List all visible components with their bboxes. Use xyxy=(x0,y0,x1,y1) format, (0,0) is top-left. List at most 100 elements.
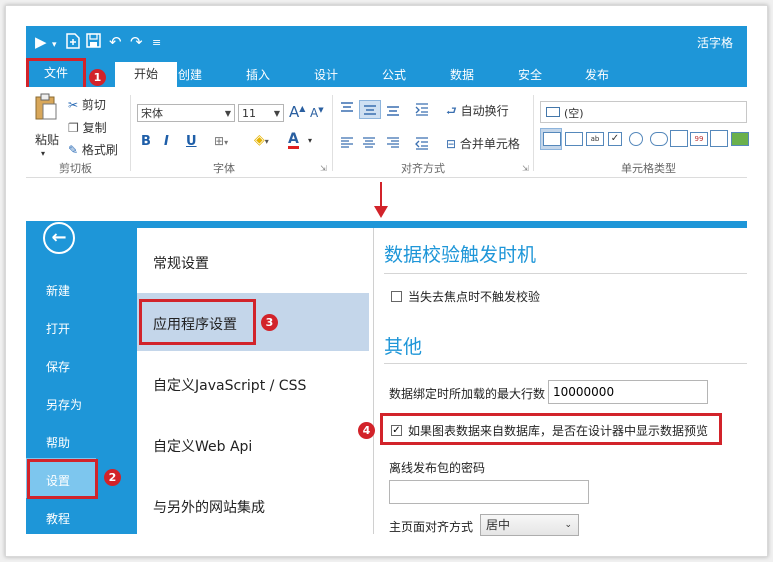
no-validate-on-blur-checkbox[interactable] xyxy=(391,291,402,302)
tab-publish[interactable]: 发布 xyxy=(585,66,609,83)
outdent-icon[interactable] xyxy=(415,136,429,150)
textbox-icon[interactable] xyxy=(565,132,583,146)
page-align-value: 居中 xyxy=(486,518,511,532)
align-middle-button[interactable] xyxy=(359,100,381,119)
grow-font-icon: A xyxy=(289,103,300,121)
textbox-type-icon xyxy=(546,107,560,117)
offline-password-label: 离线发布包的密码 xyxy=(389,461,486,475)
link-icon[interactable] xyxy=(650,132,668,146)
image-icon[interactable] xyxy=(731,132,749,146)
radio-icon[interactable] xyxy=(629,132,643,146)
paste-dropdown-icon[interactable]: ▾ xyxy=(41,149,45,158)
page-align-select[interactable]: 居中 ⌄ xyxy=(480,514,579,536)
group-label-clipboard: 剪切板 xyxy=(59,162,92,175)
chevron-down-icon[interactable]: ▾ xyxy=(308,136,312,145)
align-bottom-icon[interactable] xyxy=(386,104,400,116)
wrap-text-label: 自动换行 xyxy=(460,104,509,118)
indent-icon[interactable] xyxy=(415,102,429,116)
copy-button[interactable]: ❐ 复制 xyxy=(68,119,107,136)
section-divider xyxy=(384,273,747,274)
scissors-icon: ✂ xyxy=(68,98,79,112)
font-color-button[interactable]: A xyxy=(288,132,299,149)
tab-home[interactable]: 开始 xyxy=(115,62,177,87)
grow-font-button[interactable]: A▲ xyxy=(289,103,305,121)
merge-cells-button[interactable]: ⊟ 合并单元格 xyxy=(446,135,520,152)
nav-item-save-as[interactable]: 另存为 xyxy=(46,396,82,413)
font-color-icon: A xyxy=(288,131,299,147)
paintbrush-icon: ✎ xyxy=(68,143,79,157)
backstage-top-bar xyxy=(26,221,747,228)
grid-icon[interactable] xyxy=(710,130,728,147)
dialog-launcher-icon[interactable]: ⇲ xyxy=(320,164,327,173)
cut-button[interactable]: ✂ 剪切 xyxy=(68,96,106,113)
cell-type-gallery[interactable]: (空) xyxy=(540,101,747,123)
section-title-validation: 数据校验触发时机 xyxy=(384,244,537,266)
nav-item-tutorial[interactable]: 教程 xyxy=(46,510,70,527)
offline-password-input[interactable] xyxy=(389,480,589,504)
tab-create[interactable]: 创建 xyxy=(178,66,202,83)
number-icon[interactable]: 99 xyxy=(690,132,708,146)
merge-cells-icon: ⊟ xyxy=(446,137,457,151)
undo-icon[interactable]: ↶ xyxy=(109,33,122,51)
nav-item-help[interactable]: 帮助 xyxy=(46,434,70,451)
customize-icon[interactable]: ≡ xyxy=(152,34,161,52)
max-rows-input[interactable]: 10000000 xyxy=(548,380,708,404)
highlight-preview-option xyxy=(380,413,722,445)
align-right-icon[interactable] xyxy=(386,137,400,149)
divider xyxy=(533,95,534,171)
bold-button[interactable]: B xyxy=(141,134,151,149)
settings-item-custom-js-css[interactable]: 自定义JavaScript / CSS xyxy=(153,375,306,395)
redo-icon[interactable]: ↷ xyxy=(130,33,143,51)
border-button[interactable]: ⊞▾ xyxy=(214,134,228,148)
underline-button[interactable]: U xyxy=(186,134,197,149)
shrink-font-button[interactable]: A▼ xyxy=(310,106,324,120)
page-align-label: 主页面对齐方式 xyxy=(389,520,474,534)
format-painter-button[interactable]: ✎ 格式刷 xyxy=(68,141,118,158)
back-arrow-icon[interactable]: ← xyxy=(43,222,75,254)
align-middle-icon xyxy=(364,105,376,115)
save-icon[interactable] xyxy=(86,33,101,52)
textbox-icon[interactable] xyxy=(543,132,561,146)
chevron-down-icon: ▾ xyxy=(224,138,229,147)
font-name-select[interactable]: 宋体 ▼ xyxy=(137,104,235,122)
paste-icon[interactable] xyxy=(34,93,58,121)
format-painter-label: 格式刷 xyxy=(81,143,118,157)
group-label-cell-type: 单元格类型 xyxy=(621,162,676,175)
settings-item-general[interactable]: 常规设置 xyxy=(153,253,209,273)
label-icon[interactable]: ab xyxy=(586,132,604,146)
nav-item-new[interactable]: 新建 xyxy=(46,282,70,299)
wrap-text-button[interactable]: ⮐ 自动换行 xyxy=(446,102,509,123)
font-size-select[interactable]: 11 ▼ xyxy=(238,104,284,122)
nav-item-open[interactable]: 打开 xyxy=(46,320,70,337)
new-icon[interactable] xyxy=(66,33,80,53)
font-name-value: 宋体 xyxy=(141,107,163,120)
align-center-icon[interactable] xyxy=(362,137,376,149)
align-top-icon[interactable] xyxy=(340,102,354,114)
ribbon-home: 粘贴 ▾ ✂ 剪切 ❐ 复制 ✎ 格式刷 剪切板 宋体 ▼ 11 ▼ A▲ A▼ B… xyxy=(26,87,749,178)
dialog-launcher-icon[interactable]: ⇲ xyxy=(522,164,529,173)
align-left-icon[interactable] xyxy=(340,137,354,149)
paste-button[interactable]: 粘贴 xyxy=(35,131,59,148)
italic-button[interactable]: I xyxy=(164,134,169,149)
tab-data[interactable]: 数据 xyxy=(450,66,474,83)
divider xyxy=(130,95,131,171)
highlight-app-settings xyxy=(139,299,256,345)
checkbox-icon[interactable]: ✓ xyxy=(608,132,622,146)
fill-color-button[interactable]: ◈▾ xyxy=(254,132,269,148)
paint-bucket-icon: ◈ xyxy=(254,132,265,148)
play-icon[interactable]: ▶ xyxy=(35,33,47,51)
tab-design[interactable]: 设计 xyxy=(314,66,338,83)
settings-item-site-integration[interactable]: 与另外的网站集成 xyxy=(153,497,265,517)
shrink-font-icon: A xyxy=(310,106,319,120)
group-label-font: 字体 xyxy=(213,162,235,175)
tab-security[interactable]: 安全 xyxy=(518,66,542,83)
nav-item-save[interactable]: 保存 xyxy=(46,358,70,375)
settings-item-custom-web-api[interactable]: 自定义Web Api xyxy=(153,436,252,456)
group-label-alignment: 对齐方式 xyxy=(401,162,445,175)
tab-insert[interactable]: 插入 xyxy=(246,66,270,83)
dropdown-icon[interactable]: ▾ xyxy=(52,36,57,54)
list-icon[interactable] xyxy=(670,130,688,147)
no-validate-on-blur-label: 当失去焦点时不触发校验 xyxy=(408,290,541,304)
cut-label: 剪切 xyxy=(81,98,106,112)
tab-formula[interactable]: 公式 xyxy=(382,66,406,83)
